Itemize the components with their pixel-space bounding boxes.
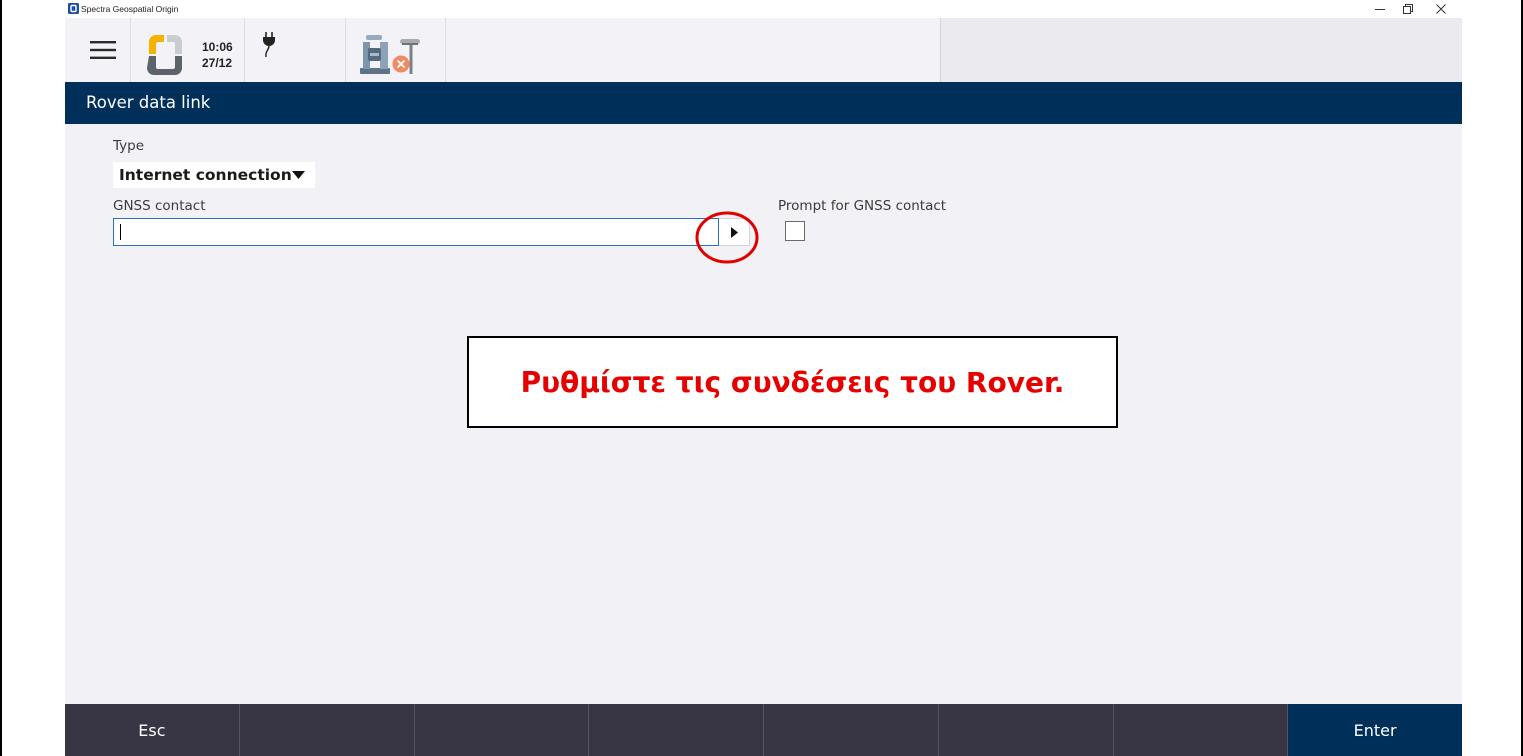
enter-button[interactable]: Enter [1287, 704, 1462, 756]
gnss-contact-field[interactable] [113, 218, 719, 246]
job-status-button[interactable]: 10:06 27/12 [131, 18, 244, 82]
status-line-area [940, 18, 1462, 82]
frame-border-left [0, 0, 2, 756]
softkey-bar: Esc Enter [65, 704, 1462, 756]
window-title-bar: Spectra Geospatial Origin [65, 0, 1462, 18]
job-icon [147, 35, 182, 75]
gnss-contact-input[interactable] [114, 219, 718, 245]
restore-button[interactable] [1394, 0, 1422, 18]
annotation-text: Ρυθμίστε τις συνδέσεις του Rover. [520, 365, 1065, 399]
prompt-gnss-contact-checkbox[interactable] [785, 221, 805, 241]
window-title: Spectra Geospatial Origin [81, 4, 179, 14]
softkey-2 [238, 704, 414, 756]
instrument-icon [360, 35, 420, 74]
instrument-status-button[interactable] [346, 18, 445, 82]
prompt-gnss-contact-label: Prompt for GNSS contact [778, 198, 947, 214]
annotation-box: Ρυθμίστε τις συνδέσεις του Rover. [467, 336, 1118, 428]
clock: 10:06 27/12 [202, 39, 233, 71]
minimize-icon [1375, 9, 1385, 10]
close-icon [1436, 4, 1446, 14]
disconnected-x-icon [392, 55, 410, 73]
highlight-circle [695, 211, 759, 264]
power-status-button[interactable] [245, 18, 345, 82]
clock-date: 27/12 [202, 56, 233, 70]
plug-icon [263, 32, 275, 58]
page-title: Rover data link [86, 93, 211, 112]
menu-button[interactable] [65, 18, 130, 82]
softkey-5 [763, 704, 938, 756]
softkey-7 [1112, 704, 1288, 756]
gnss-contact-label: GNSS contact [113, 198, 206, 214]
restore-icon [1403, 4, 1413, 14]
minimize-button[interactable] [1366, 0, 1394, 18]
type-label: Type [113, 138, 145, 154]
close-button[interactable] [1427, 0, 1455, 18]
status-toolbar: 10:06 27/12 [65, 18, 1462, 82]
text-caret [120, 224, 121, 240]
softkey-3 [413, 704, 589, 756]
page-header: Rover data link [65, 82, 1462, 124]
caret-down-icon [292, 171, 305, 179]
softkey-6 [937, 704, 1113, 756]
type-dropdown[interactable]: Internet connection [113, 162, 315, 188]
toolbar-divider [445, 18, 446, 82]
type-selected-value: Internet connection [119, 166, 292, 184]
softkey-4 [588, 704, 763, 756]
hamburger-icon [90, 41, 116, 59]
app-icon [68, 3, 79, 14]
clock-time: 10:06 [202, 40, 233, 54]
esc-button[interactable]: Esc [65, 704, 239, 756]
